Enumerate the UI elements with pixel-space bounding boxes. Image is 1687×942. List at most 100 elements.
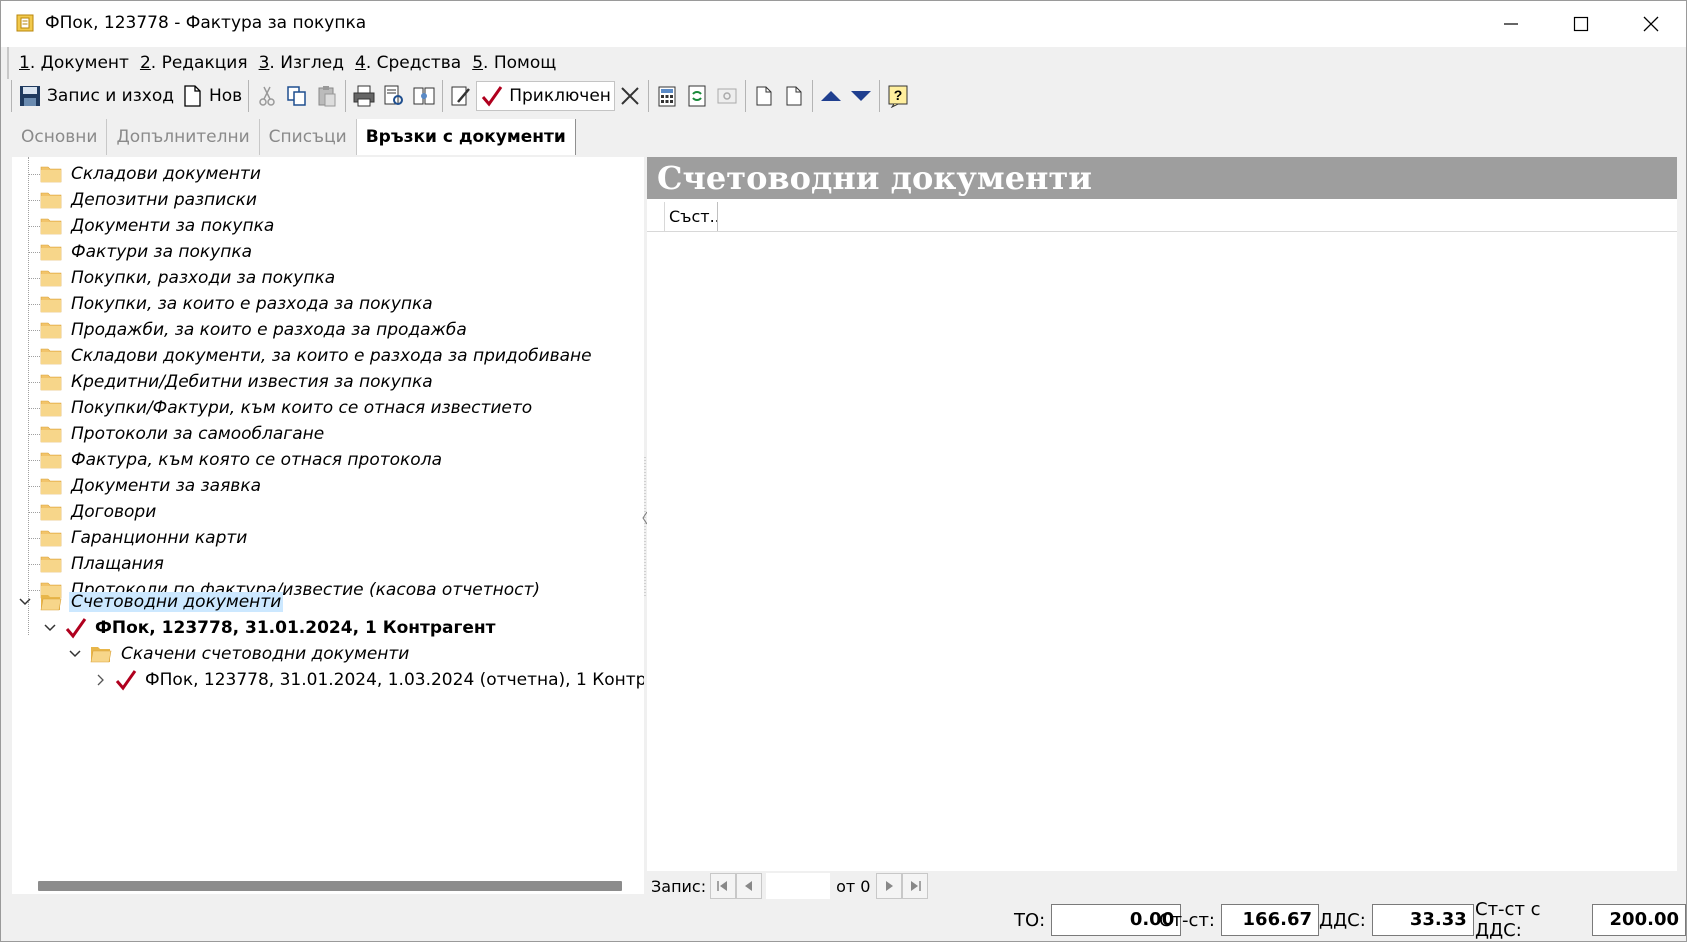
tree-item-label: Покупки, разходи за покупка xyxy=(71,268,336,288)
maximize-button[interactable] xyxy=(1546,1,1616,47)
chevron-down-icon[interactable] xyxy=(68,647,82,661)
tree-horizontal-scrollbar[interactable] xyxy=(12,876,644,894)
tree-item-folder[interactable]: Документи за заявка xyxy=(40,472,263,500)
chevron-down-icon[interactable] xyxy=(43,621,57,635)
folder-icon xyxy=(40,218,62,235)
cross-icon xyxy=(618,84,642,108)
tree-item-folder[interactable]: Документи за покупка xyxy=(40,212,276,240)
menu-bar: 1. Документ 2. Редакция 3. Изглед 4. Сре… xyxy=(7,47,1682,79)
accounting-documents-panel: Счетоводни документи Съст... xyxy=(647,157,1677,893)
tree-connector xyxy=(28,304,40,305)
paste-button[interactable] xyxy=(312,81,342,111)
menu-accelerator: 4 xyxy=(355,53,366,73)
new-label: Нов xyxy=(209,86,243,106)
first-record-button[interactable] xyxy=(710,873,737,899)
menu-label: . Изглед xyxy=(269,53,344,73)
paste-icon xyxy=(315,84,339,108)
refresh-button[interactable] xyxy=(682,81,712,111)
new-button[interactable]: Нов xyxy=(177,81,245,111)
tab-lists[interactable]: Списъци xyxy=(260,119,357,155)
navigator-label: Запис: xyxy=(651,876,707,896)
tree-item-folder[interactable]: Складови документи, за които е разхода з… xyxy=(40,342,594,370)
record-navigator: Запис: от 0 xyxy=(647,871,1677,901)
menu-tools[interactable]: 4. Средства xyxy=(355,53,461,73)
folder-icon xyxy=(40,556,62,573)
menu-document[interactable]: 1. Документ xyxy=(19,53,129,73)
next-record-button[interactable] xyxy=(876,873,903,899)
tab-additional[interactable]: Допълнителни xyxy=(107,119,260,155)
tree-item-label: Фактура, към която се отнася протокола xyxy=(71,450,442,470)
checkmark-icon xyxy=(480,84,504,108)
column-header-status[interactable]: Съст... xyxy=(666,202,718,231)
tree-item-label: Кредитни/Дебитни известия за покупка xyxy=(71,372,433,392)
tree-item-linked-accounting-documents[interactable]: Скачени счетоводни документи xyxy=(90,640,411,668)
tree-item-folder[interactable]: Фактура, към която се отнася протокола xyxy=(40,446,444,474)
move-down-button[interactable] xyxy=(846,81,876,111)
menu-label: . Документ xyxy=(29,53,129,73)
menu-label: . Средства xyxy=(365,53,462,73)
help-button[interactable]: ? xyxy=(883,81,913,111)
record-number-input[interactable] xyxy=(766,873,831,899)
tree-item-folder[interactable]: Покупки, за които е разхода за покупка xyxy=(40,290,435,318)
calculator-button[interactable] xyxy=(652,81,682,111)
tree-item-folder[interactable]: Покупки/Фактури, към които се отнася изв… xyxy=(40,394,534,422)
move-up-button[interactable] xyxy=(816,81,846,111)
tree-item-label: Документи за заявка xyxy=(71,476,262,496)
arrow-up-icon xyxy=(819,84,843,108)
prev-record-button[interactable] xyxy=(736,873,763,899)
tree-connector xyxy=(28,226,40,227)
settings-button[interactable] xyxy=(712,81,742,111)
tree-item-folder[interactable]: Продажби, за които е разхода за продажба xyxy=(40,316,469,344)
page-prev-button[interactable] xyxy=(749,81,779,111)
tab-document-links[interactable]: Връзки с документи xyxy=(356,119,576,155)
tree-item-document[interactable]: ФПок, 123778, 31.01.2024, 1 Контрагент xyxy=(65,614,498,642)
save-exit-button[interactable]: Запис и изход xyxy=(15,81,177,111)
tab-main[interactable]: Основни xyxy=(12,119,108,155)
chevron-right-icon[interactable] xyxy=(93,673,107,687)
print-setup-button[interactable] xyxy=(409,81,439,111)
minimize-button[interactable] xyxy=(1476,1,1546,47)
tree-connector xyxy=(28,460,40,461)
page-next-button[interactable] xyxy=(779,81,809,111)
last-record-button[interactable] xyxy=(902,873,929,899)
page-icon xyxy=(782,84,806,108)
open-folder-icon xyxy=(40,595,62,611)
folder-icon xyxy=(40,400,62,417)
cut-button[interactable] xyxy=(252,81,282,111)
menu-view[interactable]: 3. Изглед xyxy=(259,53,344,73)
toolbar-group-clipboard xyxy=(248,80,345,112)
edit-document-button[interactable] xyxy=(446,81,476,111)
tree-connector xyxy=(28,538,40,539)
toolbar-group-move xyxy=(811,80,879,112)
tree-item-folder[interactable]: Плащания xyxy=(40,550,166,578)
row-indicator-column xyxy=(647,202,665,231)
tree-item-accounting-documents[interactable]: Счетоводни документи xyxy=(40,588,284,616)
tree-item-folder[interactable]: Протоколи за самооблагане xyxy=(40,420,326,448)
folder-icon xyxy=(40,452,62,469)
last-record-icon xyxy=(911,881,922,891)
scrollbar-thumb[interactable] xyxy=(38,881,622,891)
menu-label: . Помощ xyxy=(483,53,557,73)
copy-button[interactable] xyxy=(282,81,312,111)
tree-item-folder[interactable]: Договори xyxy=(40,498,158,526)
tree-item-folder[interactable]: Кредитни/Дебитни известия за покупка xyxy=(40,368,435,396)
completed-toggle-button[interactable]: Приключен xyxy=(476,81,615,111)
print-button[interactable] xyxy=(349,81,379,111)
print-preview-button[interactable] xyxy=(379,81,409,111)
copy-icon xyxy=(285,84,309,108)
save-icon xyxy=(18,84,42,108)
tree-item-sub-document[interactable]: ФПок, 123778, 31.01.2024, 1.03.2024 (отч… xyxy=(115,666,644,694)
chevron-down-icon[interactable] xyxy=(18,595,32,609)
tree-item-folder[interactable]: Покупки, разходи за покупка xyxy=(40,264,337,292)
cancel-completed-button[interactable] xyxy=(615,81,645,111)
tree-item-folder[interactable]: Складови документи xyxy=(40,160,263,188)
tree-connector xyxy=(28,330,40,331)
menu-help[interactable]: 5. Помощ xyxy=(472,53,556,73)
documents-tree[interactable]: Складови документи Депозитни разписки Доку… xyxy=(12,157,644,893)
folder-icon xyxy=(40,244,62,261)
tree-item-folder[interactable]: Гаранционни карти xyxy=(40,524,249,552)
tree-item-folder[interactable]: Депозитни разписки xyxy=(40,186,259,214)
tree-item-folder[interactable]: Фактури за покупка xyxy=(40,238,254,266)
menu-edit[interactable]: 2. Редакция xyxy=(140,53,248,73)
close-button[interactable] xyxy=(1616,1,1686,47)
